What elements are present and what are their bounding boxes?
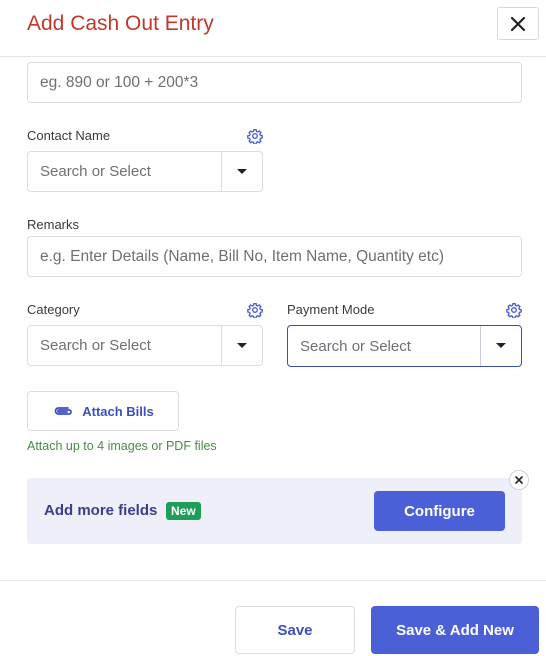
category-dropdown-toggle[interactable]	[221, 326, 262, 365]
contact-dropdown-toggle[interactable]	[221, 152, 262, 191]
category-placeholder: Search or Select	[40, 337, 151, 354]
close-icon	[515, 476, 523, 484]
dismiss-card-button[interactable]	[509, 470, 529, 490]
chevron-down-icon	[237, 342, 247, 348]
save-button[interactable]: Save	[235, 606, 355, 654]
gear-icon[interactable]	[247, 128, 263, 144]
chevron-down-icon	[496, 343, 506, 348]
contact-name-select[interactable]: Search or Select	[27, 151, 263, 192]
amount-placeholder: eg. 890 or 100 + 200*3	[40, 73, 199, 91]
payment-mode-label: Payment Mode	[287, 302, 375, 317]
paperclip-icon	[54, 407, 73, 415]
dialog-title: Add Cash Out Entry	[27, 12, 214, 35]
amount-input[interactable]: eg. 890 or 100 + 200*3	[27, 62, 522, 103]
category-label: Category	[27, 302, 80, 317]
contact-name-placeholder: Search or Select	[40, 163, 151, 180]
chevron-down-icon	[237, 168, 247, 174]
remarks-label: Remarks	[27, 217, 80, 232]
add-more-fields-card: Add more fields New Configure	[27, 478, 522, 544]
attach-hint: Attach up to 4 images or PDF files	[27, 439, 217, 453]
payment-mode-placeholder: Search or Select	[300, 337, 411, 355]
add-more-fields-text: Add more fields	[44, 502, 158, 519]
dialog-header: Add Cash Out Entry	[0, 0, 546, 57]
remarks-input[interactable]: e.g. Enter Details (Name, Bill No, Item …	[27, 236, 522, 277]
configure-button[interactable]: Configure	[374, 491, 505, 531]
close-icon	[510, 16, 526, 31]
new-badge: New	[166, 502, 201, 520]
close-button[interactable]	[497, 7, 539, 40]
attach-bills-label: Attach Bills	[82, 403, 154, 419]
category-select[interactable]: Search or Select	[27, 325, 263, 366]
dialog-footer: Save Save & Add New	[0, 580, 546, 656]
payment-mode-dropdown-toggle[interactable]	[480, 326, 521, 366]
gear-icon[interactable]	[506, 302, 522, 318]
attach-bills-button[interactable]: Attach Bills	[27, 391, 179, 431]
contact-name-label: Contact Name	[27, 128, 111, 143]
remarks-placeholder: e.g. Enter Details (Name, Bill No, Item …	[40, 247, 444, 265]
payment-mode-select[interactable]: Search or Select	[287, 325, 522, 367]
save-and-add-new-button[interactable]: Save & Add New	[371, 606, 539, 654]
gear-icon[interactable]	[247, 302, 263, 318]
